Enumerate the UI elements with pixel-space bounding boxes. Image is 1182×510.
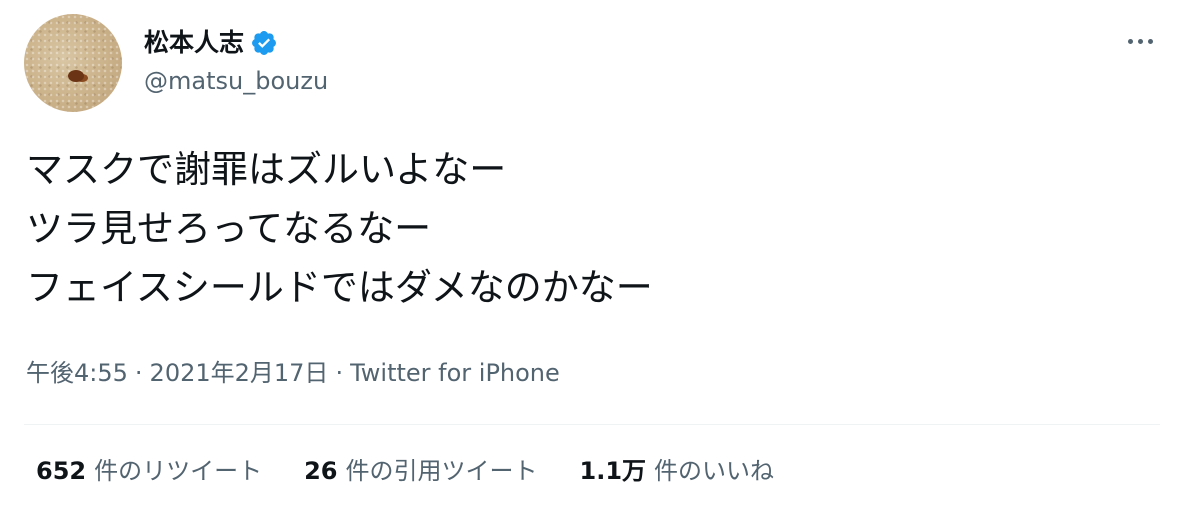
- quotes-stat[interactable]: 26 件の引用ツイート: [304, 453, 537, 489]
- quotes-label: 件の引用ツイート: [345, 457, 538, 485]
- retweets-stat[interactable]: 652 件のリツイート: [36, 453, 262, 489]
- more-options-icon[interactable]: [1120, 30, 1160, 52]
- avatar[interactable]: [24, 14, 122, 112]
- more-dot: [1147, 38, 1153, 44]
- likes-count: 1.1万: [579, 457, 647, 485]
- tweet-card: 松本人志 @matsu_bouzu マスクで謝罪はズルいよなー ツラ見せろってな…: [0, 0, 1182, 510]
- verified-badge-icon: [252, 31, 276, 55]
- retweets-count: 652: [36, 457, 87, 485]
- author-name-row: 松本人志: [144, 26, 278, 60]
- tweet-metadata: 午後4:55 · 2021年2月17日 · Twitter for iPhone: [26, 356, 560, 390]
- divider: [24, 424, 1160, 425]
- author-handle[interactable]: @matsu_bouzu: [144, 64, 328, 98]
- likes-label: 件のいいね: [654, 457, 775, 485]
- tweet-text-line: ツラ見せろってなるなー: [26, 207, 432, 250]
- more-dot: [1127, 38, 1133, 44]
- retweets-label: 件のリツイート: [94, 457, 263, 485]
- tweet-date[interactable]: 2021年2月17日: [150, 359, 329, 387]
- tweet-text-line: マスクで謝罪はズルいよなー: [26, 148, 507, 191]
- likes-stat[interactable]: 1.1万 件のいいね: [580, 453, 775, 489]
- author-display-name[interactable]: 松本人志: [144, 26, 244, 60]
- tweet-source[interactable]: Twitter for iPhone: [350, 359, 560, 387]
- engagement-stats: 652 件のリツイート 26 件の引用ツイート 1.1万 件のいいね: [36, 453, 774, 489]
- tweet-time[interactable]: 午後4:55: [26, 359, 128, 387]
- avatar-image-detail: [68, 70, 84, 82]
- quotes-count: 26: [304, 457, 338, 485]
- more-dot: [1137, 38, 1143, 44]
- meta-separator: ·: [335, 359, 344, 387]
- meta-separator: ·: [134, 359, 143, 387]
- tweet-text: マスクで謝罪はズルいよなー ツラ見せろってなるなー フェイスシールドではダメなの…: [26, 140, 1156, 317]
- tweet-text-line: フェイスシールドではダメなのかなー: [26, 266, 653, 309]
